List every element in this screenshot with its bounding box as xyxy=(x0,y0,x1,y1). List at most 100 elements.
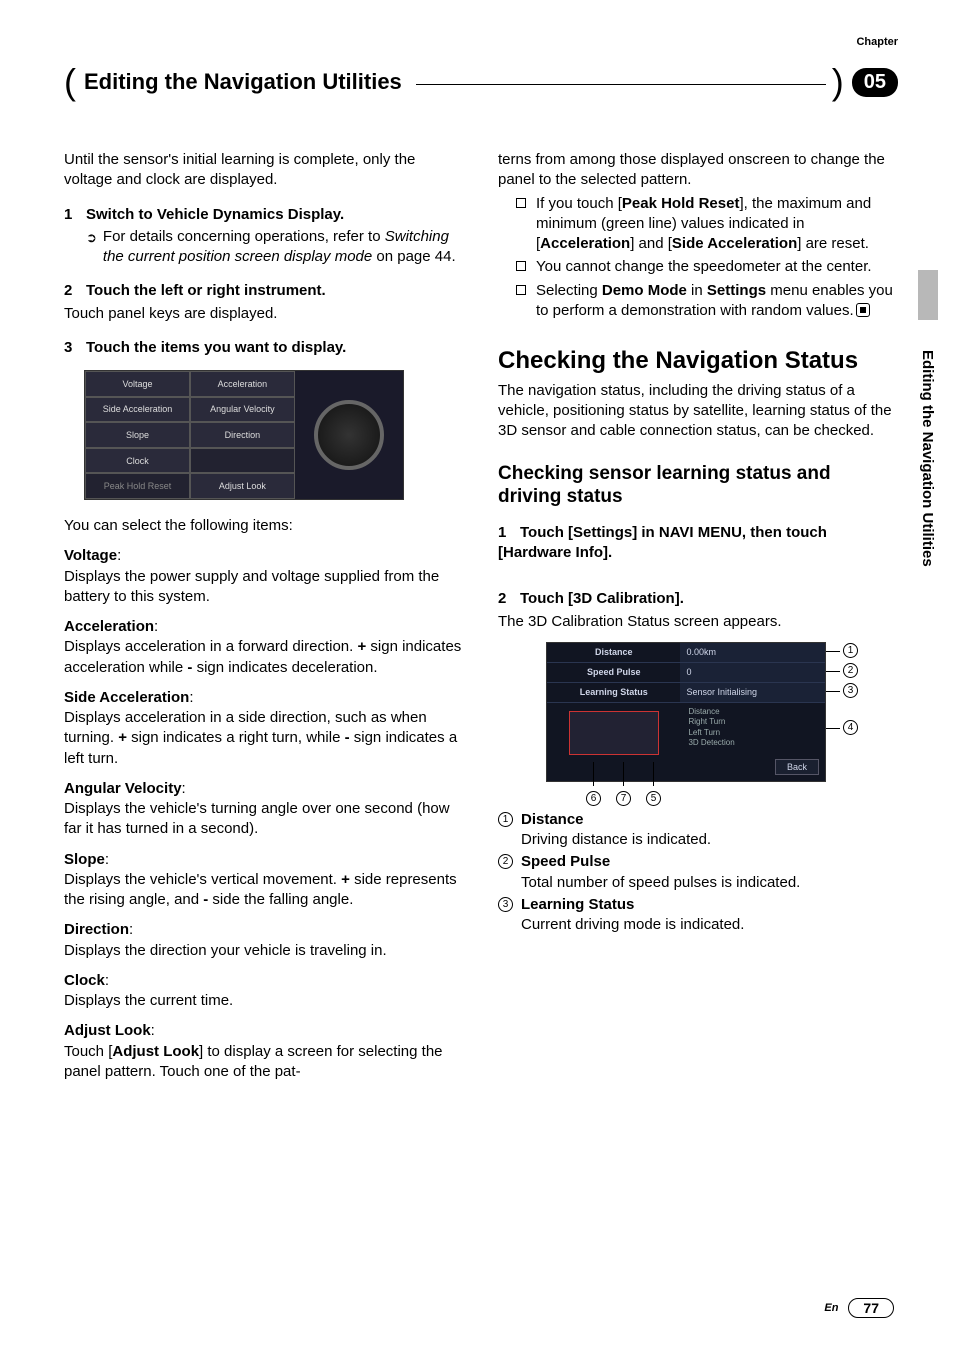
b: sign indicates deceleration. xyxy=(192,659,377,676)
b: Displays the current time. xyxy=(64,992,233,1009)
circ-icon: 2 xyxy=(498,854,513,869)
circ-icon: 6 xyxy=(586,791,601,806)
h: Angular Velocity xyxy=(64,780,182,797)
r-step-1-text: Touch [Settings] in NAVI MENU, then touc… xyxy=(498,524,827,561)
t: If you touch [ xyxy=(536,195,622,212)
plus: + xyxy=(341,871,350,888)
h2-body: The navigation status, including the dri… xyxy=(498,381,898,442)
intro-text: Until the sensor's initial learning is c… xyxy=(64,150,464,191)
val-learn: Sensor Initialising xyxy=(680,683,825,702)
bullet-1: If you touch [Peak Hold Reset], the maxi… xyxy=(516,194,898,255)
item-angvel: Angular Velocity: Displays the vehicle's… xyxy=(64,779,464,840)
paren-right: ) xyxy=(832,64,844,100)
step-1-sub: ➲ For details concerning operations, ref… xyxy=(86,227,464,268)
bullet-2-text: You cannot change the speedometer at the… xyxy=(536,257,872,277)
def-3: 3 Learning Status xyxy=(498,895,898,915)
callout-5: 5 xyxy=(646,791,661,806)
t: For details concerning operations, refer… xyxy=(103,228,385,245)
m: Distance xyxy=(688,707,825,717)
step-1: 1Switch to Vehicle Dynamics Display. xyxy=(64,205,464,225)
b: Touch [ xyxy=(64,1043,112,1060)
b: Displays the direction your vehicle is t… xyxy=(64,942,387,959)
b: sign indicates a right turn, while xyxy=(127,729,345,746)
chapter-badge: 05 xyxy=(852,68,898,97)
t: Peak Hold Reset xyxy=(622,195,740,212)
circ-icon: 7 xyxy=(616,791,631,806)
step-2: 2Touch the left or right instrument. xyxy=(64,281,464,301)
h: Distance xyxy=(521,811,584,828)
line xyxy=(826,728,840,729)
select-intro: You can select the following items: xyxy=(64,516,464,536)
item-slope: Slope: Displays the vehicle's vertical m… xyxy=(64,850,464,911)
side-tab: Editing the Navigation Utilities xyxy=(898,300,918,660)
line xyxy=(593,762,594,786)
stop-icon xyxy=(856,303,870,317)
line xyxy=(826,671,840,672)
page-number: 77 xyxy=(848,1298,894,1318)
m: Right Turn xyxy=(688,717,825,727)
t: Side Acceleration xyxy=(672,235,797,252)
plus: + xyxy=(357,638,366,655)
item-adjust: Adjust Look: Touch [Adjust Look] to disp… xyxy=(64,1021,464,1082)
heading-sensor-learning: Checking sensor learning status and driv… xyxy=(498,463,898,509)
cell-blank xyxy=(190,448,295,474)
page-title: Editing the Navigation Utilities xyxy=(84,69,402,95)
m: Left Turn xyxy=(688,728,825,738)
m: 3D Detection xyxy=(688,738,825,748)
t: ] and [ xyxy=(630,235,672,252)
item-voltage: Voltage: Displays the power supply and v… xyxy=(64,546,464,607)
cell-direction: Direction xyxy=(190,422,295,448)
line xyxy=(826,691,840,692)
b: Displays the power supply and voltage su… xyxy=(64,568,439,605)
step-3: 3Touch the items you want to display. xyxy=(64,338,464,358)
b: Displays acceleration in a forward direc… xyxy=(64,638,357,655)
circ-icon: 2 xyxy=(843,663,858,678)
gauge-area xyxy=(295,371,403,499)
circ-icon: 1 xyxy=(498,812,513,827)
calibration-screenshot: Distance0.00km Speed Pulse0 Learning Sta… xyxy=(546,642,856,802)
h: Direction xyxy=(64,921,129,938)
step-2-body: Touch panel keys are displayed. xyxy=(64,304,464,324)
t: Acceleration xyxy=(540,235,630,252)
cell-slope: Slope xyxy=(85,422,190,448)
t: in xyxy=(687,282,707,299)
cell-adjust: Adjust Look xyxy=(190,473,295,499)
item-direction: Direction: Displays the direction your v… xyxy=(64,920,464,961)
right-column: terns from among those displayed onscree… xyxy=(498,150,898,1082)
callout-4: 4 xyxy=(843,720,858,735)
calibration-panel: Distance0.00km Speed Pulse0 Learning Sta… xyxy=(546,642,826,782)
heading-checking-nav: Checking the Navigation Status xyxy=(498,347,898,375)
chapter-label: Chapter xyxy=(856,36,898,48)
title-bar: ( Editing the Navigation Utilities ) 05 xyxy=(64,64,898,100)
plus: + xyxy=(118,729,127,746)
bullet-1-text: If you touch [Peak Hold Reset], the maxi… xyxy=(536,194,898,255)
cell-peak: Peak Hold Reset xyxy=(85,473,190,499)
h: Acceleration xyxy=(64,618,154,635)
mini-gauge xyxy=(569,711,659,755)
r-step-1: 1Touch [Settings] in NAVI MENU, then tou… xyxy=(498,523,898,564)
callout-3: 3 xyxy=(843,683,858,698)
callout-7: 7 xyxy=(616,791,631,806)
h: Learning Status xyxy=(521,896,634,913)
cell-accel: Acceleration xyxy=(190,371,295,397)
callout-6: 6 xyxy=(586,791,601,806)
t: Demo Mode xyxy=(602,282,687,299)
val-speed: 0 xyxy=(680,663,825,682)
definitions-list: 1 Distance Driving distance is indicated… xyxy=(498,810,898,936)
h: Clock xyxy=(64,972,105,989)
h: Speed Pulse xyxy=(521,853,610,870)
t: on page 44. xyxy=(372,248,455,265)
b: Adjust Look xyxy=(112,1043,199,1060)
circ-icon: 1 xyxy=(843,643,858,658)
footer: En 77 xyxy=(824,1298,894,1318)
def-1: 1 Distance xyxy=(498,810,898,830)
def-2-body: Total number of speed pulses is indicate… xyxy=(521,873,898,893)
square-bullet-icon xyxy=(516,261,526,271)
bullet-2: You cannot change the speedometer at the… xyxy=(516,257,898,277)
left-column: Until the sensor's initial learning is c… xyxy=(64,150,464,1082)
h: Adjust Look xyxy=(64,1022,151,1039)
lbl-speed: Speed Pulse xyxy=(547,663,680,682)
def-3-body: Current driving mode is indicated. xyxy=(521,915,898,935)
lbl-learn: Learning Status xyxy=(547,683,680,702)
callout-2: 2 xyxy=(843,663,858,678)
